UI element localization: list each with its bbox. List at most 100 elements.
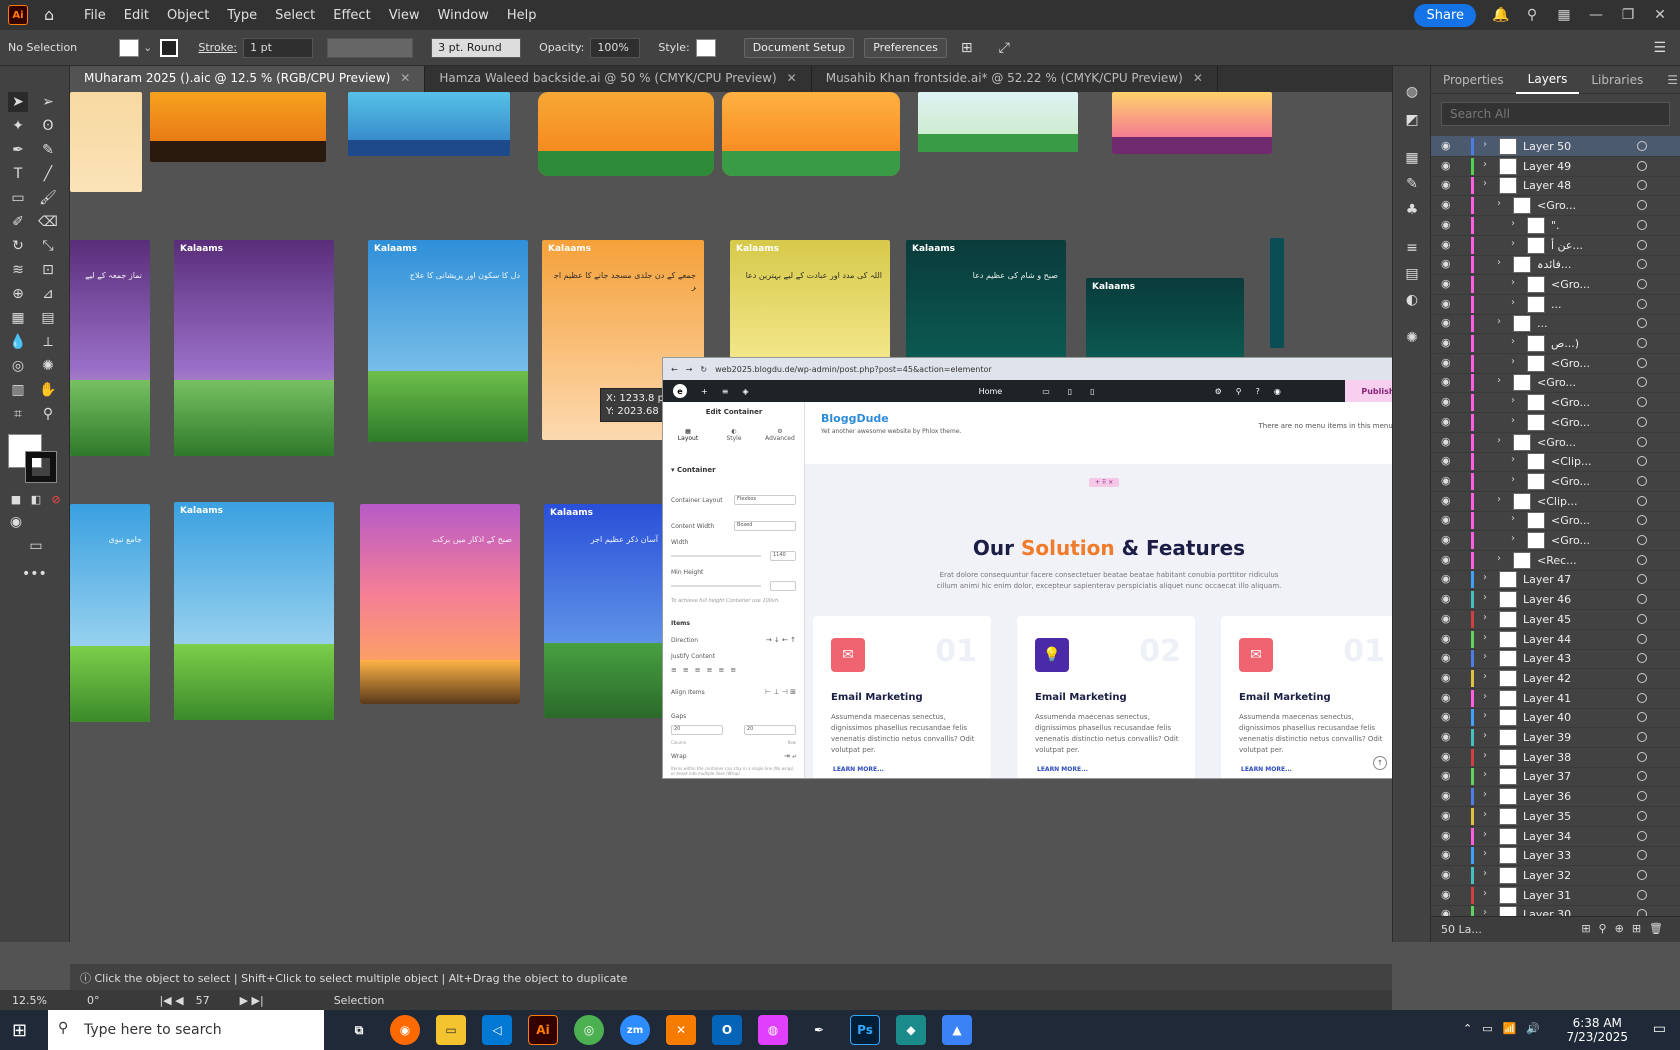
visibility-eye-icon[interactable]: ◉ <box>1441 612 1451 625</box>
layer-name[interactable]: <Gro... <box>1551 416 1590 429</box>
learn-more-link[interactable]: LEARN MORE... <box>1241 766 1292 773</box>
visibility-eye-icon[interactable]: ◉ <box>1441 178 1451 191</box>
target-circle-icon[interactable] <box>1637 141 1647 151</box>
menu-select[interactable]: Select <box>275 8 315 23</box>
visibility-eye-icon[interactable]: ◉ <box>1441 356 1451 369</box>
layer-name[interactable]: ". <box>1551 219 1560 232</box>
artboard[interactable] <box>348 92 510 156</box>
menu-help[interactable]: Help <box>507 8 537 23</box>
site-title[interactable]: BloggDude <box>821 412 889 425</box>
artboard-nav-next[interactable]: ▶ ▶| <box>240 994 264 1007</box>
layer-name[interactable]: <Clip... <box>1551 455 1591 468</box>
target-circle-icon[interactable] <box>1637 475 1647 486</box>
layer-name[interactable]: <Gro... <box>1551 514 1590 527</box>
menu-window[interactable]: Window <box>438 8 489 23</box>
transparency-icon[interactable]: ◩ <box>1402 110 1422 130</box>
chevron-right-icon[interactable]: › <box>1483 750 1487 761</box>
stroke-weight-field[interactable]: 1 pt <box>243 37 314 58</box>
layer-row[interactable]: ◉ › فائدہ... <box>1431 254 1680 276</box>
visibility-eye-icon[interactable]: ◉ <box>1441 769 1451 782</box>
add-icon[interactable]: + <box>701 387 708 396</box>
target-circle-icon[interactable] <box>1637 869 1647 880</box>
chevron-right-icon[interactable]: › <box>1483 769 1487 780</box>
brushes-icon[interactable]: ✎ <box>1402 174 1422 194</box>
fill-swatch[interactable] <box>119 38 140 57</box>
visibility-eye-icon[interactable]: ◉ <box>1441 572 1451 585</box>
target-circle-icon[interactable] <box>1637 633 1647 644</box>
layer-row[interactable]: ◉ › <Gro... <box>1431 274 1680 295</box>
layer-row[interactable]: ◉ › Layer 45 <box>1431 609 1680 630</box>
layer-name[interactable]: فائدہ... <box>1537 258 1571 271</box>
draw-mode-icon[interactable]: ◉ <box>6 512 26 532</box>
artboard[interactable]: Kalaams <box>174 240 334 456</box>
container-handle[interactable]: + ⠿ × <box>1089 478 1120 487</box>
chevron-right-icon[interactable]: › <box>1497 375 1501 386</box>
target-circle-icon[interactable] <box>1637 180 1647 191</box>
transform-icon[interactable]: ⤢ <box>999 40 1010 56</box>
desktop-icon[interactable]: ▭ <box>1042 387 1050 396</box>
target-circle-icon[interactable] <box>1637 239 1647 250</box>
color-guide-icon[interactable]: ◐ <box>1402 290 1422 310</box>
search-icon[interactable]: ⚲ <box>1236 387 1242 396</box>
target-circle-icon[interactable] <box>1637 377 1647 388</box>
artboard[interactable]: نماز جمعہ کے لیے <box>70 240 150 456</box>
preview-icon[interactable]: ◉ <box>1274 387 1281 396</box>
photoshop-icon[interactable]: Ps <box>850 1015 880 1045</box>
tab-layout[interactable]: ▦ Layout <box>673 428 703 442</box>
visibility-eye-icon[interactable]: ◉ <box>1441 218 1451 231</box>
visibility-eye-icon[interactable]: ◉ <box>1441 829 1451 842</box>
target-circle-icon[interactable] <box>1637 200 1647 211</box>
file-explorer-icon[interactable]: ▭ <box>436 1015 466 1045</box>
workspace-icon[interactable]: ▦ <box>1556 7 1572 23</box>
zoom-icon[interactable]: ⚲ <box>38 404 58 424</box>
symbols-icon[interactable]: ♣ <box>1402 200 1422 220</box>
layer-row[interactable]: ◉ › Layer 40 <box>1431 707 1680 729</box>
visibility-eye-icon[interactable]: ◉ <box>1441 868 1451 881</box>
layer-name[interactable]: Layer 45 <box>1523 613 1571 626</box>
visibility-eye-icon[interactable]: ◉ <box>1441 297 1451 310</box>
layer-row[interactable]: ◉ ›... <box>1431 294 1680 315</box>
artboard[interactable]: صبح کے اذکار میں برکت <box>360 504 520 704</box>
tab-properties[interactable]: Properties <box>1431 67 1516 93</box>
layer-row[interactable]: ◉ › Layer 49 <box>1431 156 1680 177</box>
layer-row[interactable]: ◉ › عن أ... <box>1431 235 1680 256</box>
layer-name[interactable]: Layer 46 <box>1523 593 1571 606</box>
learn-more-link[interactable]: LEARN MORE... <box>833 766 884 773</box>
visibility-eye-icon[interactable]: ◉ <box>1441 691 1451 704</box>
visibility-eye-icon[interactable]: ◉ <box>1441 139 1451 152</box>
layer-row[interactable]: ◉ › Layer 47 <box>1431 569 1680 591</box>
layer-name[interactable]: <Gro... <box>1537 199 1576 212</box>
tab-hamza[interactable]: Hamza Waleed backside.ai @ 50 % (CMYK/CP… <box>425 66 812 92</box>
menu-view[interactable]: View <box>389 8 420 23</box>
layer-name[interactable]: ... <box>1537 317 1548 330</box>
gap-row-input[interactable]: 20 <box>744 725 796 735</box>
chevron-right-icon[interactable]: › <box>1483 888 1487 899</box>
layer-name[interactable]: <Gro... <box>1537 436 1576 449</box>
color-mode-icon[interactable]: ■ <box>6 490 26 510</box>
layer-row[interactable]: ◉ › Layer 35 <box>1431 806 1680 827</box>
home-icon[interactable]: ⌂ <box>44 6 66 24</box>
menu-file[interactable]: File <box>84 8 106 23</box>
visibility-eye-icon[interactable]: ◉ <box>1441 198 1451 211</box>
layer-row[interactable]: ◉ › <Gro... <box>1431 372 1680 394</box>
chevron-right-icon[interactable]: › <box>1497 553 1501 564</box>
layer-row[interactable]: ◉ › Layer 50 <box>1431 136 1680 157</box>
elementor-logo-icon[interactable]: e <box>673 384 687 398</box>
structure-icon[interactable]: ≡ <box>722 387 729 396</box>
target-circle-icon[interactable] <box>1637 791 1647 802</box>
visibility-eye-icon[interactable]: ◉ <box>1441 888 1451 901</box>
wrap-buttons[interactable]: ⇥ ⤶ <box>784 752 796 761</box>
chevron-right-icon[interactable]: › <box>1483 848 1487 859</box>
visibility-eye-icon[interactable]: ◉ <box>1441 159 1451 172</box>
layer-name[interactable]: Layer 42 <box>1523 672 1571 685</box>
visibility-eye-icon[interactable]: ◉ <box>1441 316 1451 329</box>
layer-name[interactable]: Layer 34 <box>1523 830 1571 843</box>
none-mode-icon[interactable]: ⊘ <box>46 490 66 510</box>
layer-row[interactable]: ◉ › <Gro... <box>1431 471 1680 492</box>
gradient-mode-icon[interactable]: ◧ <box>26 490 46 510</box>
chevron-right-icon[interactable]: › <box>1483 178 1487 189</box>
layer-row[interactable]: ◉ › Layer 31 <box>1431 885 1680 906</box>
graph-icon[interactable]: ▥ <box>8 380 28 400</box>
visibility-eye-icon[interactable]: ◉ <box>1441 710 1451 723</box>
artboard[interactable] <box>1270 238 1284 348</box>
